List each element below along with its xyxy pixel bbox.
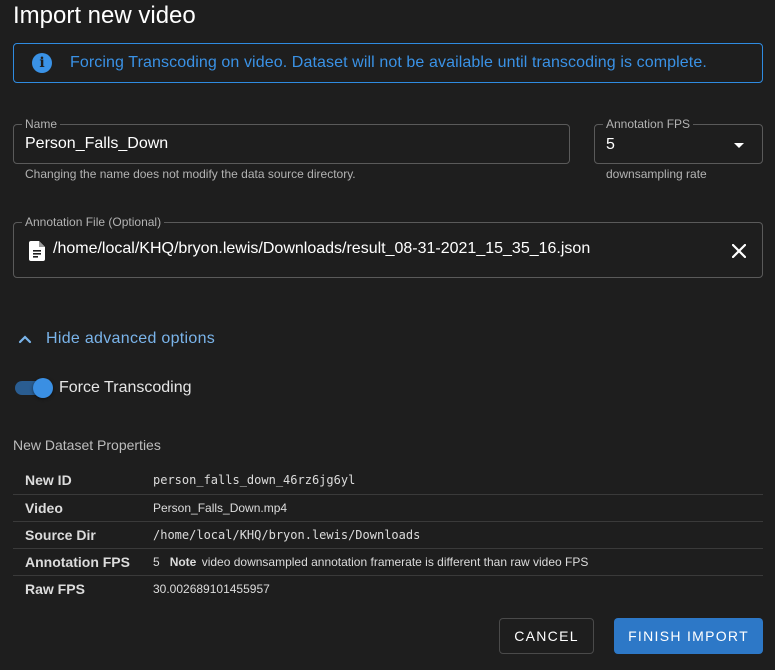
fps-select-value: 5	[606, 136, 615, 153]
finish-import-button[interactable]: Finish Import	[614, 618, 763, 654]
cancel-button[interactable]: Cancel	[499, 618, 594, 654]
property-key: Video	[13, 494, 153, 522]
property-key: Source Dir	[13, 521, 153, 549]
info-icon: i	[32, 53, 52, 73]
fps-field-label: Annotation FPS	[603, 117, 694, 131]
properties-title: New Dataset Properties	[13, 437, 161, 453]
hide-advanced-options-button[interactable]: Hide advanced options	[18, 330, 215, 348]
dialog-title: Import new video	[13, 2, 196, 29]
table-row: Source Dir /home/local/KHQ/bryon.lewis/D…	[13, 521, 763, 549]
annotation-file-field[interactable]: Annotation File (Optional) /home/local/K…	[13, 215, 763, 278]
property-value: person_falls_down_46rz6jg6yl	[153, 467, 763, 495]
fps-value: 5	[153, 554, 160, 569]
properties-table: New ID person_falls_down_46rz6jg6yl Vide…	[13, 467, 763, 602]
table-row: Raw FPS 30.002689101455957	[13, 575, 763, 602]
chevron-down-icon[interactable]	[734, 143, 744, 148]
close-icon[interactable]	[732, 244, 746, 258]
annotation-fps-select[interactable]: Annotation FPS 5	[594, 117, 763, 164]
table-row: New ID person_falls_down_46rz6jg6yl	[13, 467, 763, 495]
property-value: 30.002689101455957	[153, 581, 270, 596]
property-value: Person_Falls_Down.mp4	[153, 494, 763, 522]
name-input[interactable]: Person_Falls_Down	[25, 135, 168, 153]
note-label: Note	[169, 554, 197, 569]
note-text: video downsampled annotation framerate i…	[201, 554, 589, 569]
switch-thumb	[33, 378, 53, 398]
chevron-up-icon	[18, 335, 32, 344]
force-transcoding-label[interactable]: Force Transcoding	[59, 379, 192, 397]
annotation-file-label: Annotation File (Optional)	[22, 215, 165, 229]
alert-text: Forcing Transcoding on video. Dataset wi…	[70, 54, 707, 71]
advanced-options-label: Hide advanced options	[46, 330, 216, 347]
fps-hint: downsampling rate	[606, 167, 707, 181]
force-transcoding-switch[interactable]	[15, 378, 53, 398]
property-key: Raw FPS	[25, 580, 85, 597]
property-value: /home/local/KHQ/bryon.lewis/Downloads	[153, 521, 763, 549]
name-field-label: Name	[22, 117, 61, 131]
property-key: New ID	[13, 467, 153, 495]
name-hint: Changing the name does not modify the da…	[25, 167, 356, 181]
table-row: Annotation FPS 5 Note video downsampled a…	[13, 548, 763, 576]
annotation-file-path[interactable]: /home/local/KHQ/bryon.lewis/Downloads/re…	[53, 240, 590, 258]
property-value: 5 Note video downsampled annotation frame…	[153, 548, 763, 576]
property-key: Annotation FPS	[13, 548, 153, 576]
name-field[interactable]: Name Person_Falls_Down	[13, 117, 570, 164]
transcoding-alert: i Forcing Transcoding on video. Dataset …	[13, 43, 763, 83]
file-document-icon	[29, 241, 45, 261]
table-row: Video Person_Falls_Down.mp4	[13, 494, 763, 522]
